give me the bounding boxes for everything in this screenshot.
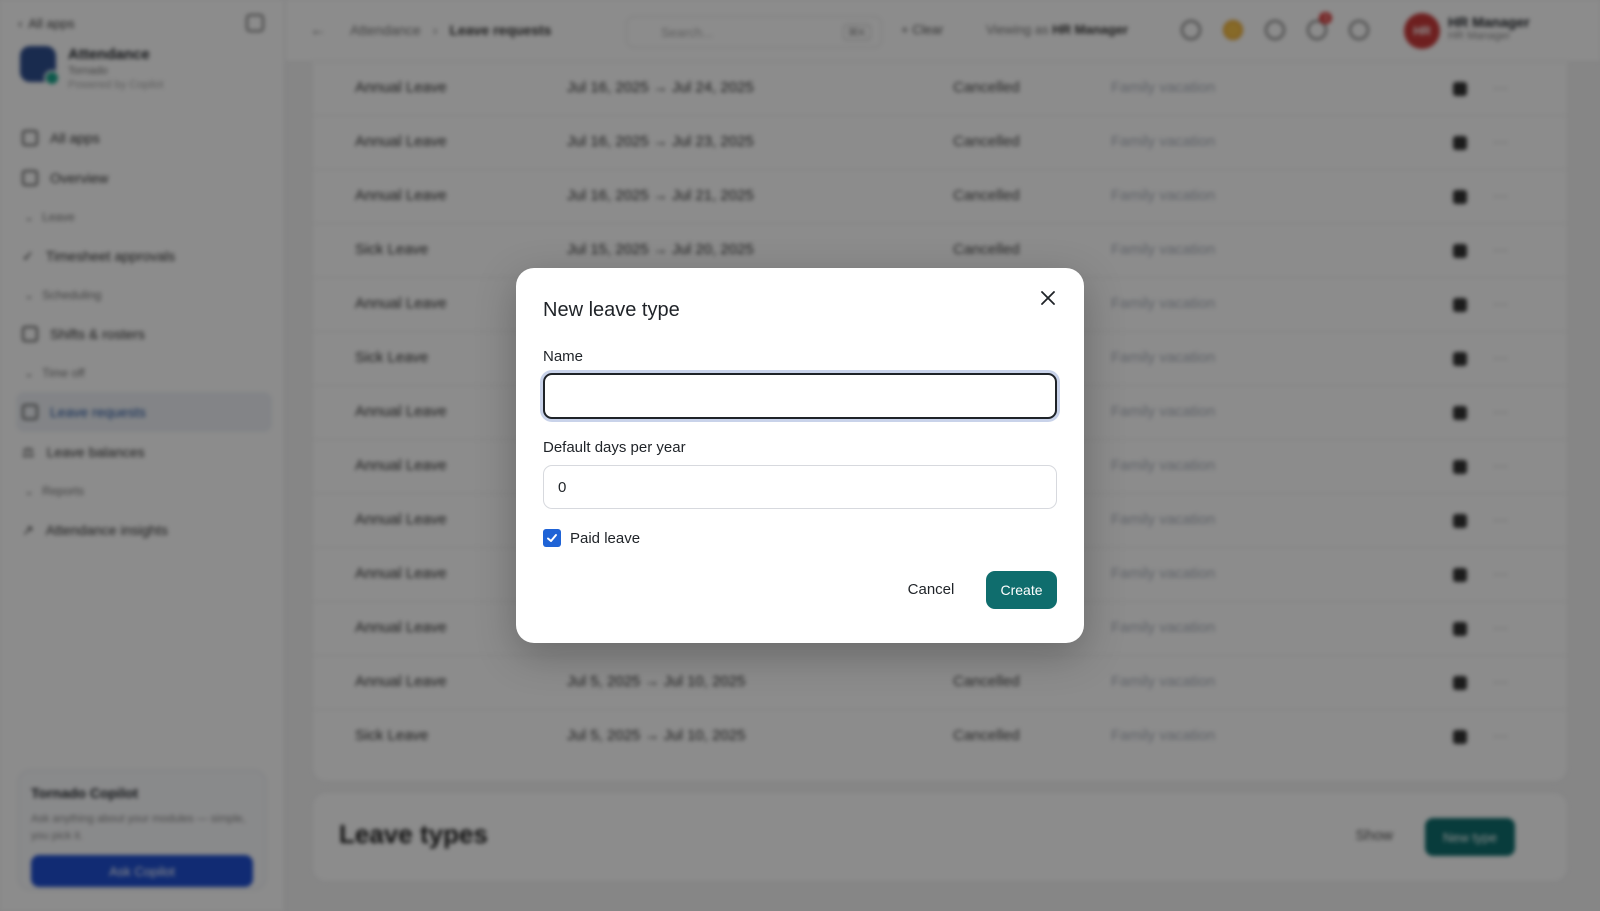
checkmark-icon: [547, 534, 557, 542]
close-button[interactable]: [1034, 284, 1062, 312]
dialog-title: New leave type: [543, 299, 680, 321]
cancel-button[interactable]: Cancel: [898, 571, 964, 607]
new-leave-type-dialog: New leave type Name Default days per yea…: [516, 268, 1084, 643]
name-input[interactable]: [543, 373, 1057, 419]
paid-leave-checkbox[interactable]: [543, 529, 561, 547]
name-label: Name: [543, 348, 584, 365]
default-days-input[interactable]: [543, 465, 1057, 509]
create-button[interactable]: Create: [986, 571, 1057, 609]
default-days-label: Default days per year: [543, 439, 686, 456]
close-icon: [1041, 291, 1055, 305]
paid-leave-toggle[interactable]: Paid leave: [543, 529, 640, 547]
paid-leave-label: Paid leave: [570, 529, 641, 547]
